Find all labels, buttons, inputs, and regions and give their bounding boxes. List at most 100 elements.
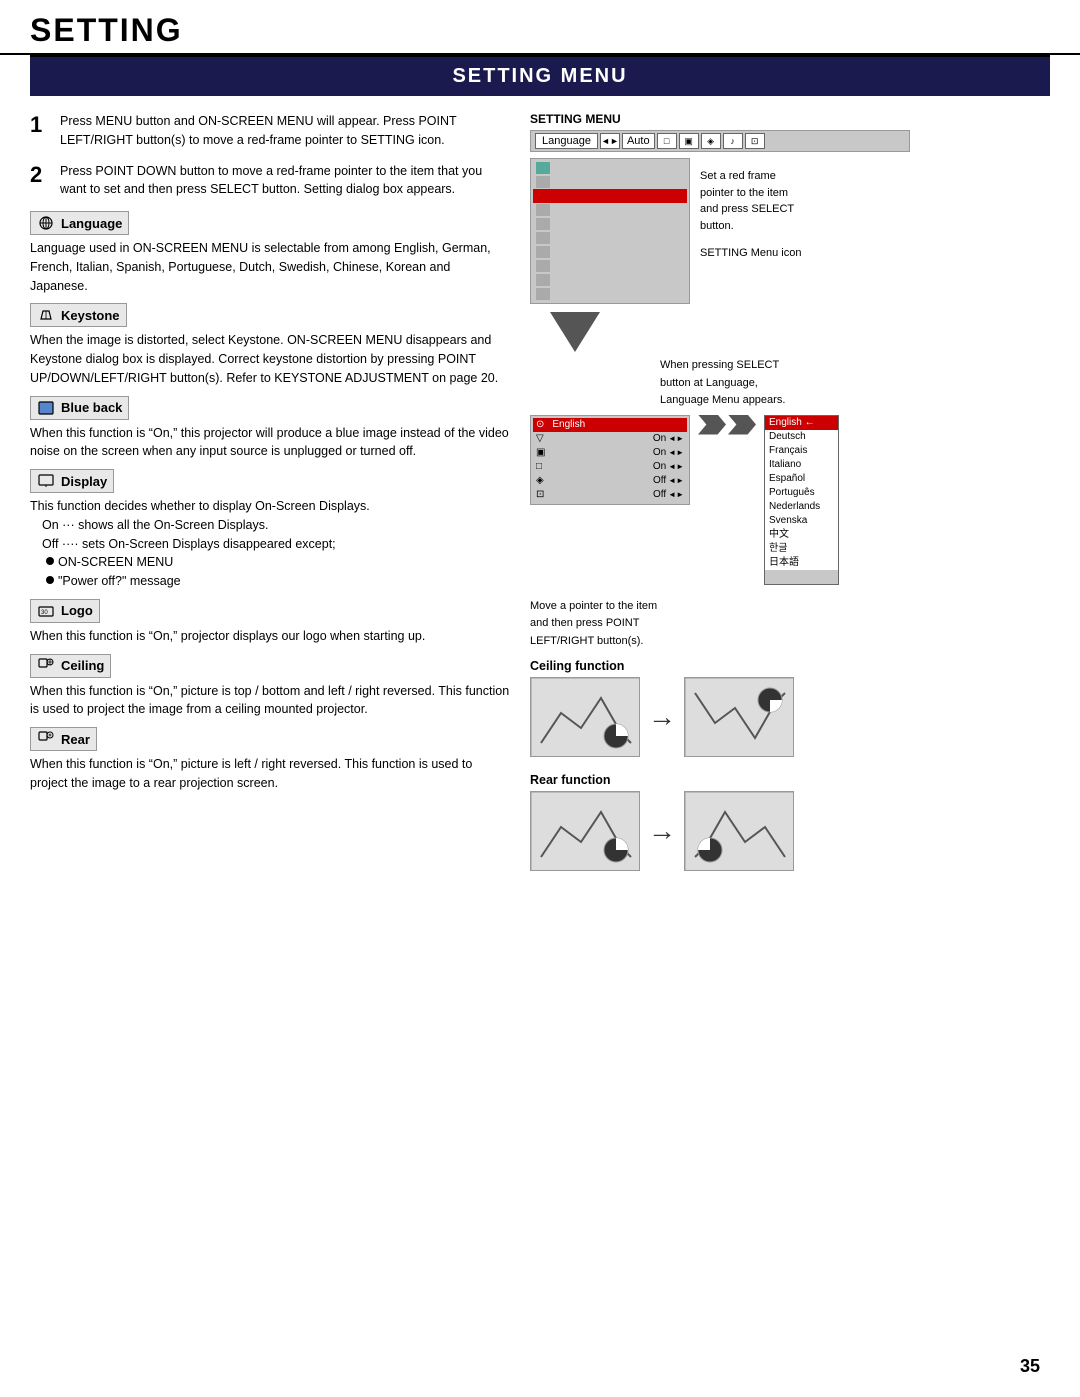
feature-display-header: Display: [30, 469, 114, 493]
page-title-bar: SETTING: [0, 0, 1080, 55]
blueback-icon: [37, 399, 55, 417]
down-arrow-graphic: [550, 312, 600, 352]
svg-text:30: 30: [41, 610, 48, 616]
setting-menu-label: SETTING MENU: [530, 112, 1050, 126]
english-on-3: On◄►: [653, 461, 684, 472]
feature-display: Display This function decides whether to…: [30, 469, 510, 591]
english-row-main: ⊙ English: [533, 418, 687, 432]
feature-keystone-header: Keystone: [30, 303, 127, 327]
feature-rear-header: Rear: [30, 727, 97, 751]
ceiling-func-row: →: [530, 677, 1050, 757]
lang-item-nederlands: Nederlands: [765, 500, 838, 514]
step-2: 2 Press POINT DOWN button to move a red-…: [30, 162, 510, 200]
english-on-1: On◄►: [653, 433, 684, 444]
display-bullet-2: "Power off?" message: [46, 572, 510, 591]
setting-menu-icon-label: SETTING Menu icon: [700, 247, 801, 259]
right-column: SETTING MENU Language ◄► Auto □ ▣ ◈ ♪ ⊡: [530, 112, 1050, 887]
rear-before-svg: [531, 792, 640, 871]
feature-ceiling: Ceiling When this function is “On,” pict…: [30, 654, 510, 720]
page-number: 35: [1020, 1356, 1040, 1377]
ui-panel-main: [530, 158, 690, 304]
ui-row-9: [533, 287, 687, 301]
ui-row-1: [533, 175, 687, 189]
feature-blueback-header: Blue back: [30, 396, 129, 420]
lang-item-korean: 한글: [765, 542, 838, 556]
menu-auto: Auto: [622, 133, 655, 149]
bold-right-arrow: [698, 415, 726, 435]
english-off-1: Off◄►: [653, 475, 684, 486]
bold-arrow-area: [698, 415, 756, 435]
feature-keystone: Keystone When the image is distorted, se…: [30, 303, 510, 387]
english-off-2: Off◄►: [653, 489, 684, 500]
move-pointer-text: Move a pointer to the itemand then press…: [530, 600, 657, 647]
ui-icon-7: [536, 260, 550, 272]
ui-row-6: [533, 245, 687, 259]
english-area: ⊙ English ▽ On◄► ▣ On◄► □ On◄► ◈ Off◄►: [530, 415, 1050, 585]
left-column: 1 Press MENU button and ON-SCREEN MENU w…: [30, 112, 510, 887]
feature-blueback-title: Blue back: [61, 400, 122, 415]
ui-area-top: Set a red framepointer to the itemand pr…: [530, 158, 1050, 304]
lang-item-chinese: 中文: [765, 528, 838, 542]
ui-row-8: [533, 273, 687, 287]
rear-after-svg: [685, 792, 794, 871]
ceiling-after-svg: [685, 678, 794, 757]
function-diagrams: Ceiling function →: [530, 659, 1050, 871]
rear-function-label: Rear function: [530, 773, 1050, 787]
annotations-top: Set a red framepointer to the itemand pr…: [700, 158, 801, 262]
lang-item-svenska: Svenska: [765, 514, 838, 528]
english-on-2: On◄►: [653, 447, 684, 458]
english-icon-2: ▣: [536, 447, 545, 458]
feature-blueback: Blue back When this function is “On,” th…: [30, 396, 510, 462]
select-language-annotation: When pressing SELECTbutton at Language,L…: [660, 356, 1050, 409]
ceiling-function-section: Ceiling function →: [530, 659, 1050, 757]
feature-language: Language Language used in ON-SCREEN MENU…: [30, 211, 510, 295]
display-off-text: Off ···· sets On-Screen Displays disappe…: [42, 537, 336, 551]
ui-icon-9: [536, 288, 550, 300]
ceiling-arrow: →: [648, 701, 676, 733]
rear-function-section: Rear function →: [530, 773, 1050, 871]
ui-icon-5: [536, 232, 550, 244]
feature-logo-title: Logo: [61, 603, 93, 618]
feature-ceiling-text: When this function is “On,” picture is t…: [30, 682, 510, 720]
bold-right-arrow-2: [728, 415, 756, 435]
set-red-frame-annotation: Set a red framepointer to the itemand pr…: [700, 168, 801, 234]
keystone-icon: [37, 306, 55, 324]
ui-icon-2: [536, 190, 550, 202]
display-bullet-1: ON-SCREEN MENU: [46, 553, 510, 572]
lang-item-espanol: Español: [765, 472, 838, 486]
step-2-text: Press POINT DOWN button to move a red-fr…: [60, 162, 510, 200]
ui-row-2-selected: [533, 189, 687, 203]
english-icon-3: □: [536, 461, 542, 472]
feature-language-title: Language: [61, 216, 122, 231]
lang-panel: English ← Deutsch Français Italiano Espa…: [764, 415, 839, 585]
rear-arrow: →: [648, 815, 676, 847]
ui-row-4: [533, 217, 687, 231]
rear-after-box: [684, 791, 794, 871]
feature-logo: 30 Logo When this function is “On,” proj…: [30, 599, 510, 646]
on-select-language-text: When pressing SELECTbutton at Language,L…: [660, 359, 785, 406]
ceiling-icon: [37, 657, 55, 675]
setting-menu-icon-annotation: SETTING Menu icon: [700, 244, 801, 262]
feature-blueback-text: When this function is “On,” this project…: [30, 424, 510, 462]
menu-icon-4: ♪: [723, 133, 743, 149]
ui-row-0: [533, 161, 687, 175]
feature-ceiling-header: Ceiling: [30, 654, 111, 678]
rear-before-box: [530, 791, 640, 871]
section-header: SETTING MENU: [30, 57, 1050, 96]
ui-icon-8: [536, 274, 550, 286]
english-current-value: English: [552, 419, 585, 430]
ceiling-before-box: [530, 677, 640, 757]
feature-rear-text: When this function is “On,” picture is l…: [30, 755, 510, 793]
feature-rear-title: Rear: [61, 732, 90, 747]
lang-item-japanese: 日本語: [765, 556, 838, 570]
menu-icon-3: ◈: [701, 133, 721, 149]
ceiling-after-box: [684, 677, 794, 757]
english-row-5: ⊡ Off◄►: [533, 488, 687, 502]
english-icon-1: ▽: [536, 433, 544, 444]
lang-item-italiano: Italiano: [765, 458, 838, 472]
ui-icon-1: [536, 176, 550, 188]
feature-logo-text: When this function is “On,” projector di…: [30, 627, 510, 646]
down-arrow-area: [550, 312, 1050, 352]
ui-row-5: [533, 231, 687, 245]
menu-icon-5: ⊡: [745, 133, 765, 149]
